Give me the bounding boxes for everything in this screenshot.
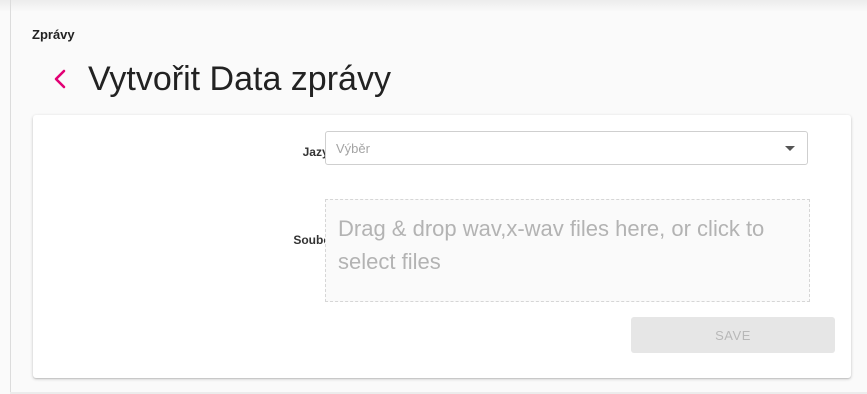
save-button[interactable]: SAVE xyxy=(631,317,835,353)
back-button[interactable] xyxy=(46,64,74,94)
left-border xyxy=(10,0,11,394)
page-title: Vytvořit Data zprávy xyxy=(88,60,391,98)
file-dropzone[interactable]: Drag & drop wav,x-wav files here, or cli… xyxy=(325,199,810,302)
top-shadow xyxy=(0,0,867,12)
form-card: Jazyk* Výběr Soubor* Drag & drop wav,x-w… xyxy=(33,115,851,378)
dropzone-text: Drag & drop wav,x-wav files here, or cli… xyxy=(338,216,765,274)
page: Zprávy Vytvořit Data zprávy Jazyk* Výběr… xyxy=(0,0,867,394)
caret-down-icon xyxy=(785,146,795,151)
language-select[interactable]: Výběr xyxy=(325,131,808,165)
chevron-left-icon xyxy=(54,69,66,89)
language-select-placeholder: Výběr xyxy=(336,141,370,156)
breadcrumb[interactable]: Zprávy xyxy=(32,22,75,42)
